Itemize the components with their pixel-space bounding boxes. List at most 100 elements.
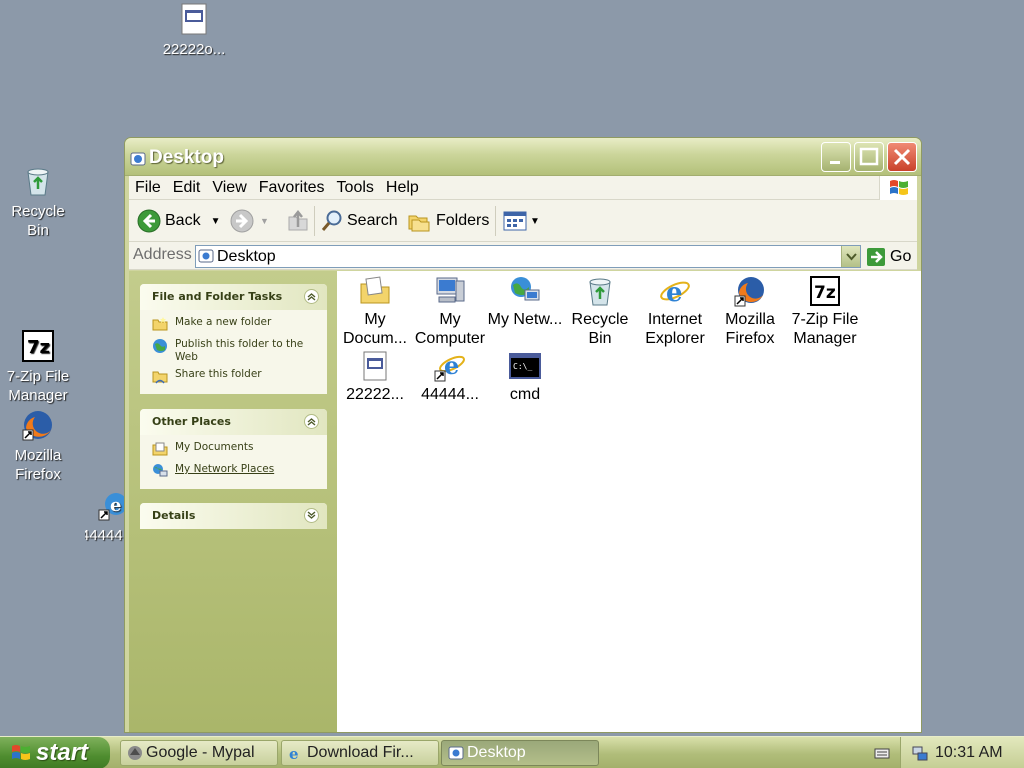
back-button[interactable]: Back ▼ [137, 208, 220, 234]
up-folder-icon [288, 209, 308, 231]
mypal-browser-icon [128, 746, 142, 760]
desktop-icon-label: Recycle Bin [11, 203, 65, 239]
panel-header[interactable]: Other Places [140, 409, 327, 435]
firefox-icon [21, 408, 55, 442]
start-button[interactable]: start [0, 737, 110, 768]
link-label: Share this folder [175, 368, 262, 380]
taskbar: start Google - Mypal e Download Fir... D… [0, 736, 1024, 768]
cmd-icon: C:\_ [509, 350, 541, 382]
go-label: Go [890, 247, 912, 265]
desktop-icon-label: 7-Zip File Manager [6, 368, 70, 404]
up-folder-button[interactable] [286, 208, 310, 234]
search-label: Search [347, 212, 398, 229]
file-item-22222[interactable]: 22222... [337, 350, 413, 404]
network-icon [509, 275, 541, 307]
taskbar-button-google-mypal[interactable]: Google - Mypal [120, 740, 278, 766]
toolbar-separator [314, 206, 315, 236]
exe-file-icon [177, 2, 211, 36]
keyboard-icon[interactable] [874, 745, 890, 761]
taskbar-button-download-firefox[interactable]: e Download Fir... [281, 740, 439, 766]
file-item-my-computer[interactable]: My Computer [412, 275, 488, 348]
windows-logo-icon [879, 176, 917, 200]
file-item-my-documents[interactable]: My Docum... [337, 275, 413, 348]
file-label: My Docum... [342, 311, 407, 347]
back-label: Back [165, 212, 201, 229]
file-item-my-network[interactable]: My Netw... [487, 275, 563, 329]
my-network-places-link[interactable]: My Network Places [152, 463, 319, 481]
menu-tools[interactable]: Tools [331, 176, 380, 200]
title-bar[interactable]: Desktop [125, 138, 921, 176]
minimize-icon [830, 161, 840, 164]
my-documents-link[interactable]: My Documents [152, 441, 319, 459]
task-label: Google - Mypal [146, 744, 255, 761]
file-item-7zip[interactable]: 7z 7-Zip File Manager [787, 275, 863, 348]
desktop-icon-22222[interactable]: 22222o... [155, 2, 233, 59]
task-label: Download Fir... [307, 744, 414, 761]
recycle-bin-icon [21, 164, 55, 198]
desktop-icon-44444[interactable]: e 44444 [85, 488, 124, 545]
publish-folder-link[interactable]: Publish this folder to the Web [152, 338, 319, 364]
make-new-folder-link[interactable]: Make a new folder [152, 316, 319, 334]
menu-edit[interactable]: Edit [167, 176, 207, 200]
go-arrow-icon [867, 247, 885, 266]
desktop-icon-label: 44444 [85, 527, 123, 544]
explorer-window: Desktop File Edit View Favorites Tools Help B… [124, 137, 922, 733]
file-label: Internet Explorer [645, 311, 705, 347]
menu-help[interactable]: Help [380, 176, 425, 200]
toolbar-separator [495, 206, 496, 236]
folders-button[interactable]: Folders [407, 208, 489, 234]
address-field[interactable]: Desktop [195, 245, 861, 268]
minimize-button[interactable] [821, 142, 851, 172]
close-button[interactable] [887, 142, 917, 172]
folders-label: Folders [436, 212, 490, 229]
file-folder-tasks-panel: File and Folder Tasks Make a new folder … [140, 284, 327, 394]
panel-header[interactable]: Details [140, 503, 327, 529]
panel-header[interactable]: File and Folder Tasks [140, 284, 327, 310]
system-tray: 10:31 AM [900, 737, 1024, 768]
clock[interactable]: 10:31 AM [935, 744, 1003, 762]
file-label: My Computer [414, 311, 486, 347]
file-item-recycle-bin[interactable]: Recycle Bin [562, 275, 638, 348]
desktop-icon-firefox[interactable]: Mozilla Firefox [0, 408, 77, 484]
menu-favorites[interactable]: Favorites [253, 176, 331, 200]
back-dropdown-icon[interactable]: ▼ [211, 216, 221, 227]
maximize-icon [859, 147, 879, 166]
link-label: Make a new folder [175, 316, 272, 328]
toolbar: Back ▼ ▼ Search Folders ▼ [129, 200, 917, 242]
link-label: My Network Places [175, 463, 275, 475]
file-item-cmd[interactable]: C:\_ cmd [487, 350, 563, 404]
views-icon [503, 211, 527, 231]
address-dropdown-button[interactable] [841, 246, 860, 267]
forward-arrow-icon [230, 209, 254, 233]
search-button[interactable]: Search [320, 208, 398, 234]
publish-web-icon [152, 338, 168, 354]
desktop-icon-recycle-bin[interactable]: Recycle Bin [0, 164, 77, 240]
search-icon [321, 210, 342, 231]
firefox-icon [734, 275, 766, 307]
ie-icon: e [659, 275, 691, 307]
collapse-icon[interactable] [304, 289, 319, 304]
menu-view[interactable]: View [206, 176, 252, 200]
collapse-icon[interactable] [304, 414, 319, 429]
maximize-button[interactable] [854, 142, 884, 172]
file-label: My Netw... [487, 311, 563, 328]
7zip-icon: 7z [809, 275, 841, 307]
file-item-44444[interactable]: e 44444... [412, 350, 488, 404]
share-folder-link[interactable]: Share this folder [152, 368, 319, 386]
views-button[interactable]: ▼ [503, 208, 540, 234]
expand-icon[interactable] [304, 508, 319, 523]
go-button[interactable]: Go [866, 245, 911, 268]
taskbar-button-desktop[interactable]: Desktop [441, 740, 599, 766]
file-item-mozilla-firefox[interactable]: Mozilla Firefox [712, 275, 788, 348]
svg-text:e: e [110, 495, 121, 516]
ie-shortcut-icon: e [434, 350, 466, 382]
forward-dropdown-icon[interactable]: ▼ [260, 216, 269, 226]
forward-button[interactable]: ▼ [230, 208, 269, 234]
menu-file[interactable]: File [129, 176, 167, 200]
network-tray-icon[interactable] [911, 744, 929, 762]
file-item-internet-explorer[interactable]: e Internet Explorer [637, 275, 713, 348]
recycle-bin-icon [584, 275, 616, 307]
desktop-icon-7zip[interactable]: 7z 7-Zip File Manager [0, 329, 77, 405]
svg-text:C:\_: C:\_ [513, 362, 532, 371]
share-folder-icon [152, 368, 168, 384]
